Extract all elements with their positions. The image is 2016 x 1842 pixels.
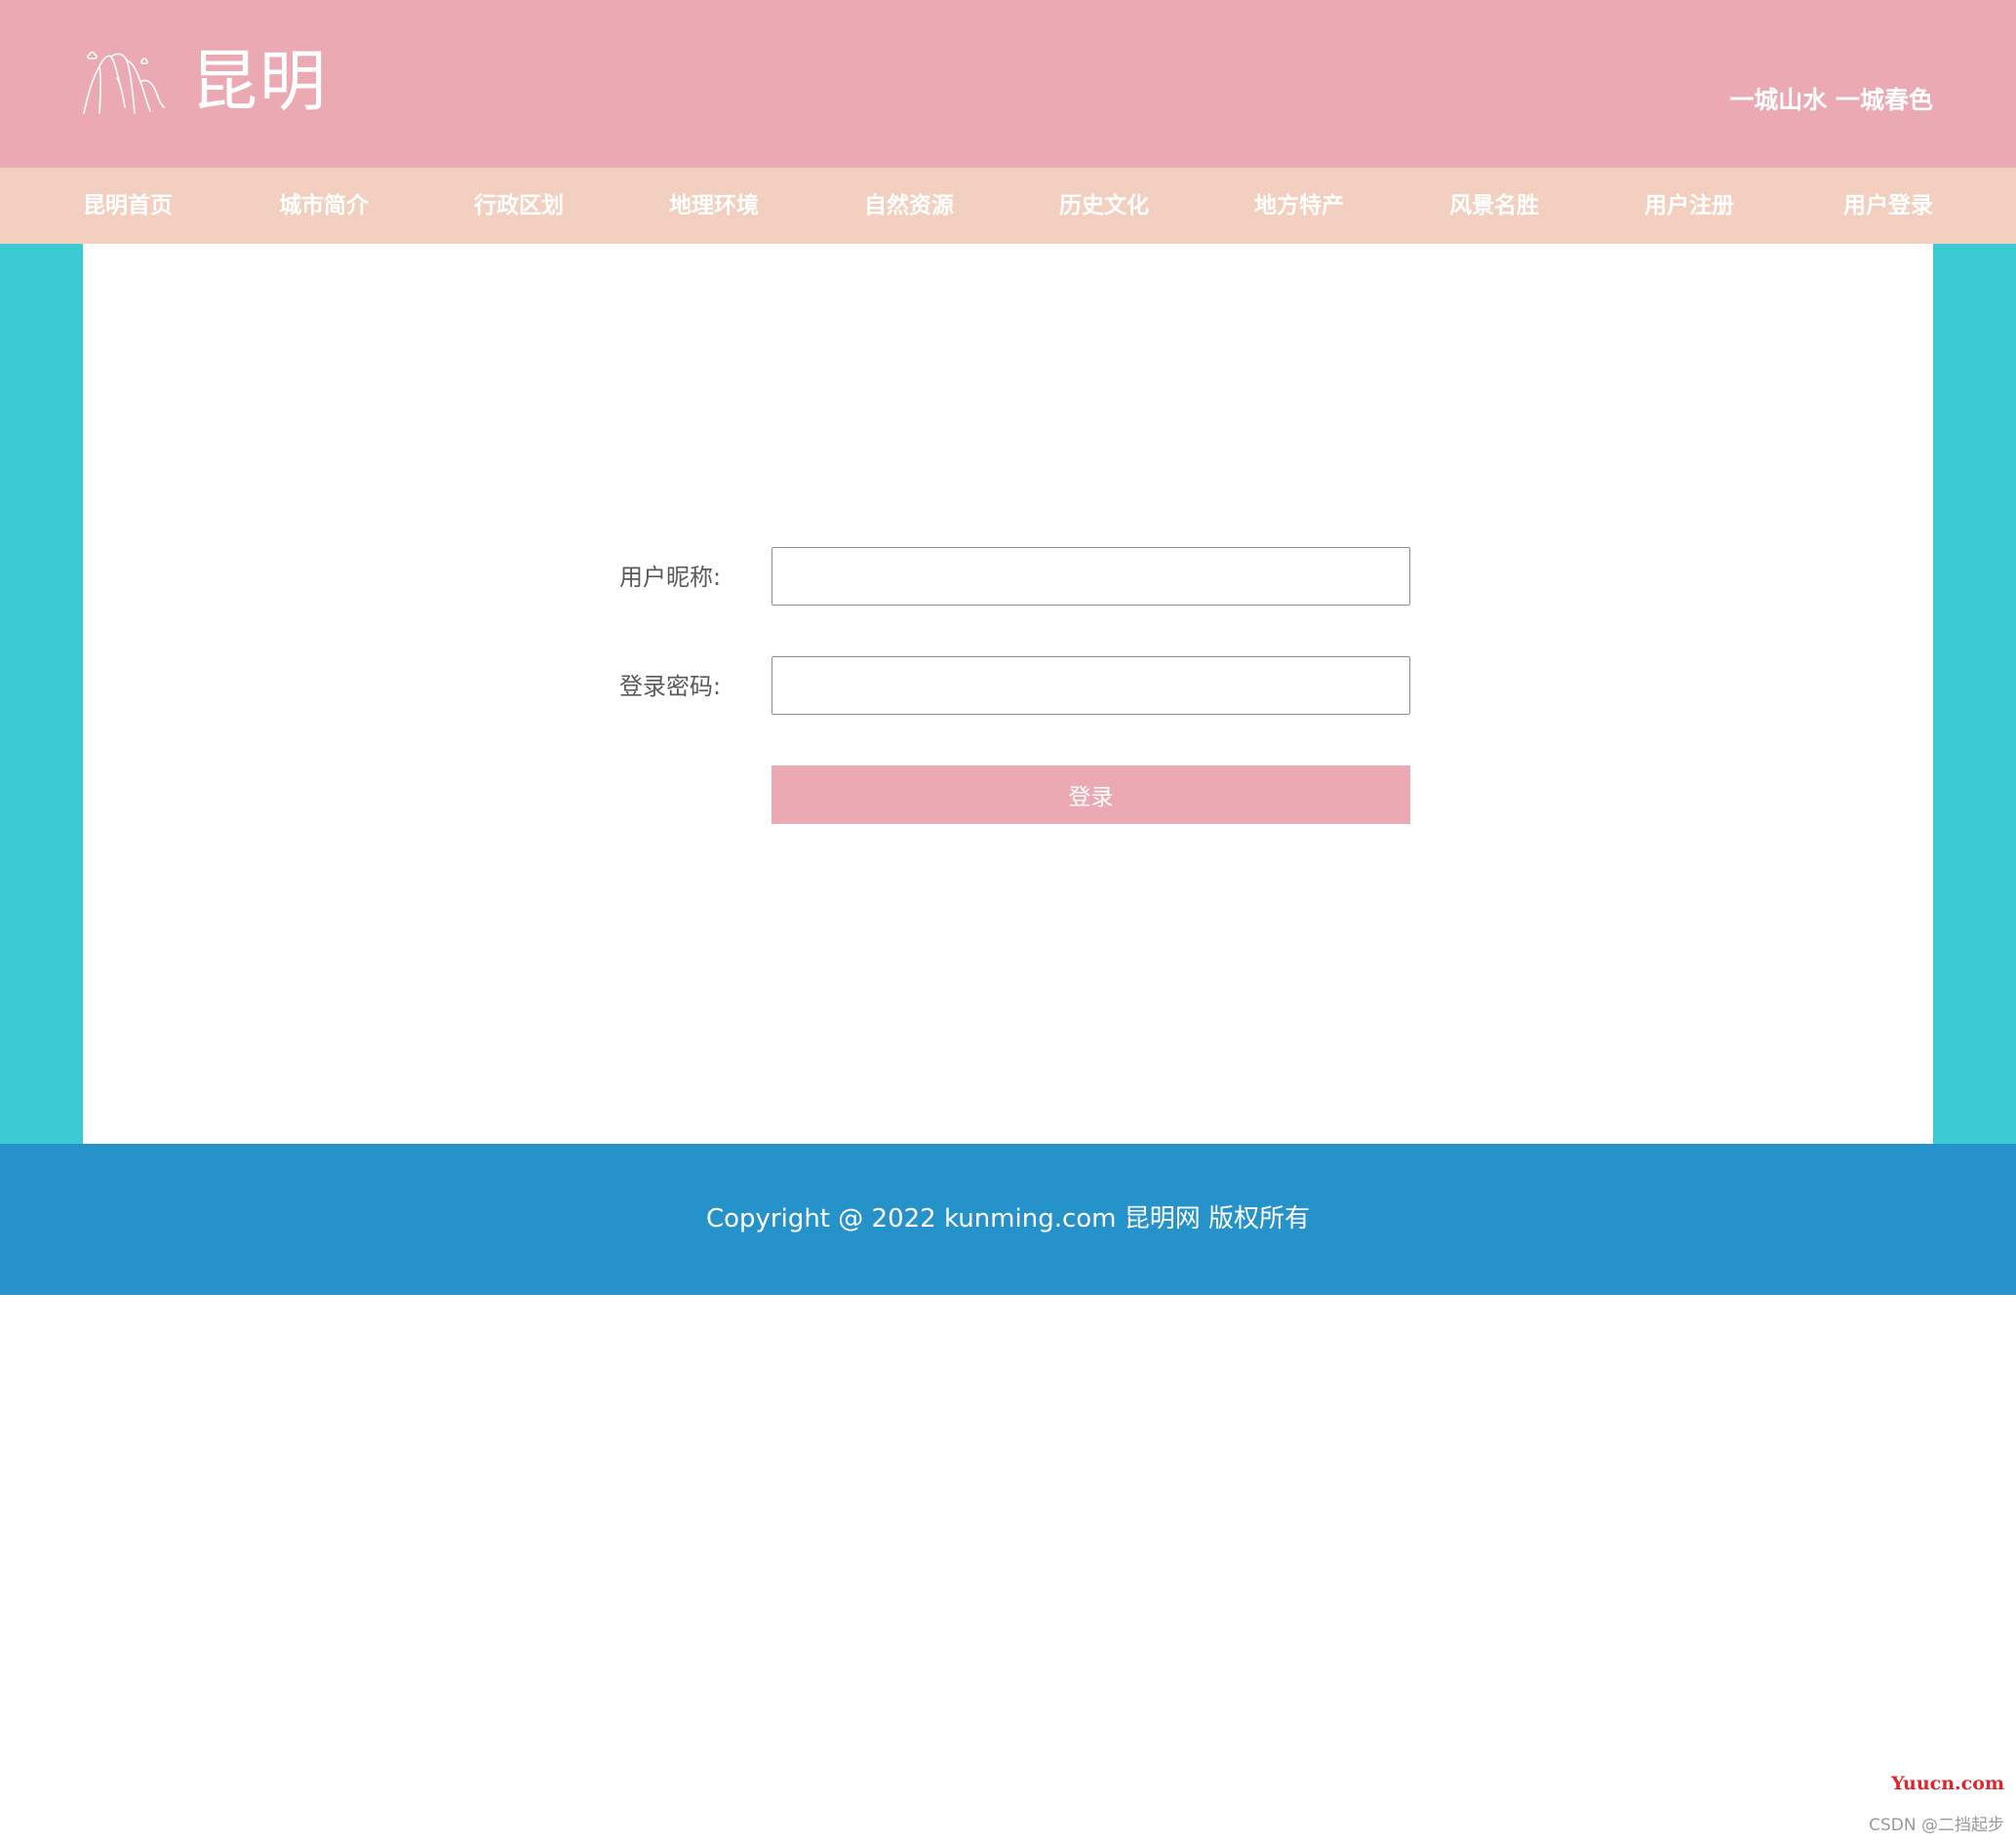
site-header: 昆明 一城山水 一城春色	[0, 0, 2016, 168]
nav-item-register[interactable]: 用户注册	[1631, 168, 1748, 244]
nav-item-home[interactable]: 昆明首页	[83, 168, 200, 244]
nav-item-districts[interactable]: 行政区划	[460, 168, 577, 244]
site-title: 昆明	[191, 44, 329, 121]
login-panel: 用户昵称: 登录密码: 登录	[83, 244, 1933, 1144]
site-slogan: 一城山水 一城春色	[1729, 86, 1933, 114]
username-label: 用户昵称:	[619, 564, 722, 591]
nav-item-scenic-spots[interactable]: 风景名胜	[1436, 168, 1553, 244]
login-button[interactable]: 登录	[771, 765, 1410, 824]
main-nav: 昆明首页 城市简介 行政区划 地理环境 自然资源 历史文化 地方特产 风景名胜 …	[0, 168, 2016, 244]
nav-item-geography[interactable]: 地理环境	[655, 168, 772, 244]
nav-item-local-specialties[interactable]: 地方特产	[1241, 168, 1358, 244]
nav-item-login[interactable]: 用户登录	[1816, 168, 1933, 244]
nav-item-city-intro[interactable]: 城市简介	[265, 168, 382, 244]
copyright-text: Copyright @ 2022 kunming.com 昆明网 版权所有	[705, 1204, 1311, 1234]
mountain-line-icon	[83, 51, 165, 114]
password-input[interactable]	[771, 656, 1410, 715]
site-watermark: Yuucn.com	[1891, 1773, 2004, 1794]
site-footer: Copyright @ 2022 kunming.com 昆明网 版权所有	[0, 1144, 2016, 1295]
nav-item-history-culture[interactable]: 历史文化	[1046, 168, 1163, 244]
author-watermark: CSDN @二挡起步	[1869, 1816, 2004, 1835]
nav-item-natural-resources[interactable]: 自然资源	[850, 168, 968, 244]
password-label: 登录密码:	[619, 673, 722, 700]
username-input[interactable]	[771, 547, 1410, 606]
